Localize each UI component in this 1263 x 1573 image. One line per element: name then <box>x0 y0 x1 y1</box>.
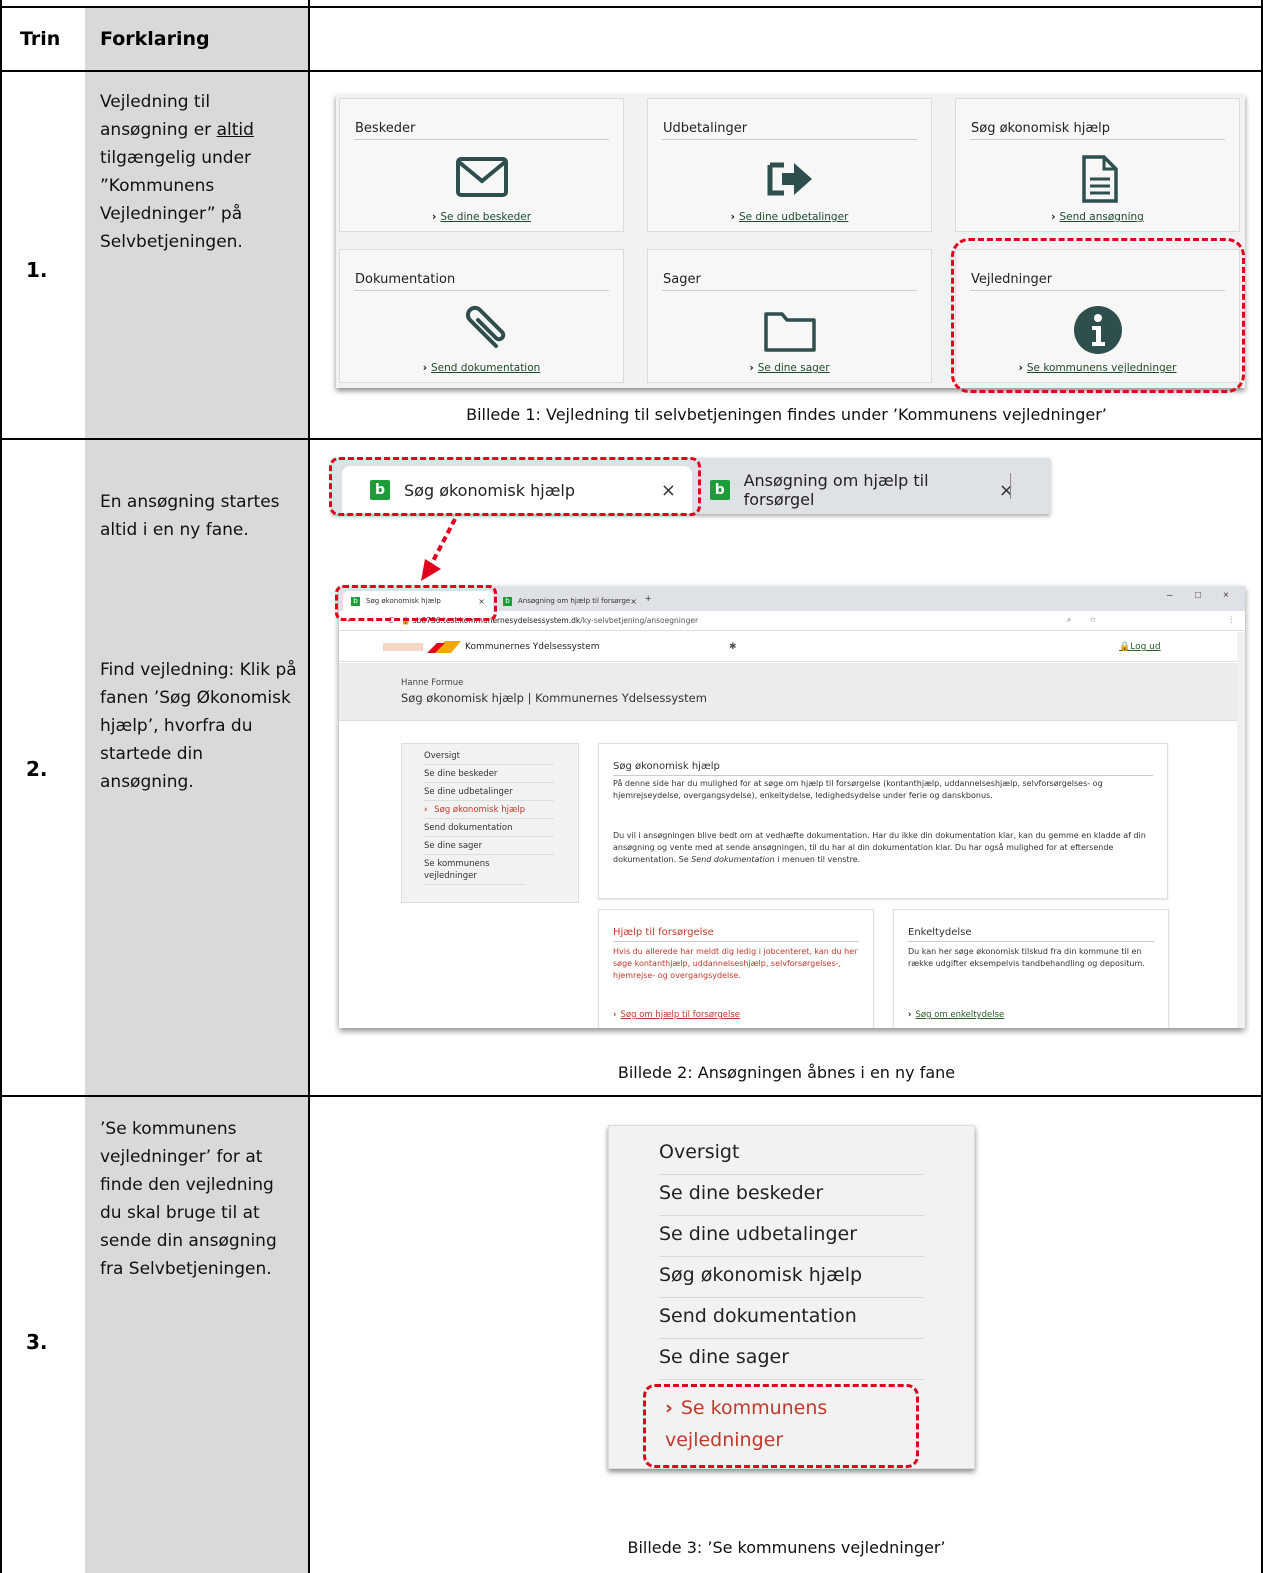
tile-udbetalinger[interactable]: Udbetalinger › Se dine udbetalinger <box>647 98 932 232</box>
tile-beskeder[interactable]: Beskeder › Se dine beskeder <box>339 98 624 232</box>
step-number-1: 1. <box>26 258 48 282</box>
tile-title: Beskeder <box>355 121 416 136</box>
document-icon <box>1081 155 1118 203</box>
highlight-browser-tab <box>335 585 497 621</box>
highlight-zoom-tab <box>329 457 701 516</box>
favicon-icon: b <box>503 596 512 606</box>
tile-soeg-hjaelp[interactable]: Søg økonomisk hjælp › Send ansøgning <box>955 98 1240 232</box>
logout-link[interactable]: 🔒Log ud <box>1119 642 1161 652</box>
scrollbar[interactable] <box>1237 632 1245 1028</box>
menu-item-sager[interactable]: Se dine sager <box>424 840 554 855</box>
card-title: Hjælp til forsørgelse <box>613 927 714 938</box>
page-title-band: Hanne Formue Søg økonomisk hjælp | Kommu… <box>339 663 1245 721</box>
card-enkeltydelse: Enkeltydelse Du kan her søge økonomisk t… <box>893 909 1169 1028</box>
arrow-down-icon <box>421 518 457 581</box>
menu-zoom-oversigt[interactable]: Oversigt <box>659 1134 924 1175</box>
zoom-tab-ansoegning[interactable]: b Ansøgning om hjælp til forsørgel × <box>710 466 1030 514</box>
minimize-icon[interactable]: – <box>1167 590 1173 601</box>
header-step: Trin <box>20 28 61 50</box>
menu-item-vejledninger[interactable]: Se kommunens vejledninger <box>424 858 524 885</box>
close-icon[interactable]: × <box>630 597 637 606</box>
highlight-menu-vejledninger <box>643 1384 919 1468</box>
tile-title: Udbetalinger <box>663 121 748 136</box>
highlight-vejledninger <box>951 238 1245 393</box>
step-2-explanation-a: En ansøgning startes altid i en ny fane. <box>100 492 280 540</box>
link-soeg-enkeltydelse[interactable]: › Søg om enkeltydelse <box>908 1010 1004 1020</box>
card-title: Søg økonomisk hjælp <box>613 761 720 772</box>
browser-tab-ansoegning[interactable]: b Ansøgning om hjælp til forsørge × <box>495 591 645 611</box>
card-soeg-hjaelp: Søg økonomisk hjælp På denne side har du… <box>598 743 1168 899</box>
user-name: Hanne Formue <box>401 678 464 688</box>
paperclip-icon <box>465 305 505 348</box>
step-3-explanation: ’Se kommunens vejledninger’ for at finde… <box>100 1119 277 1279</box>
link-soeg-forsoergelse[interactable]: › Søg om hjælp til forsørgelse <box>613 1010 740 1020</box>
column-divider <box>308 0 310 1573</box>
menu-item-udbetalinger[interactable]: Se dine udbetalinger <box>424 786 554 801</box>
site-header: Kommunernes Ydelsessystem ✱ 🔒Log ud <box>339 632 1245 662</box>
card-paragraph-1: På denne side har du mulighed for at søg… <box>613 779 1103 800</box>
zoom-tab-label: Ansøgning om hjælp til forsørgel <box>743 471 929 509</box>
envelope-icon <box>455 157 508 197</box>
menu-item-beskeder[interactable]: Se dine beskeder <box>424 768 554 783</box>
tile-link-dokumentation[interactable]: › Send dokumentation <box>340 362 623 374</box>
menu-zoom-soeg-hjaelp[interactable]: Søg økonomisk hjælp <box>659 1257 924 1298</box>
municipality-logo-icon <box>383 641 461 653</box>
menu-item-soeg-hjaelp[interactable]: › Søg økonomisk hjælp <box>424 804 554 819</box>
brand-name: Kommunernes Ydelsessystem <box>465 642 600 652</box>
side-menu: Oversigt Se dine beskeder Se dine udbeta… <box>401 743 579 903</box>
address-tools-icons[interactable]: ⌕ ☆ <box>1067 615 1104 625</box>
step-number-2: 2. <box>26 757 48 781</box>
tile-title: Sager <box>663 272 701 287</box>
folder-icon <box>763 312 816 352</box>
tile-link-send-ansoegning[interactable]: › Send ansøgning <box>956 211 1239 223</box>
menu-zoom-beskeder[interactable]: Se dine beskeder <box>659 1175 924 1216</box>
step-1-explanation: Vejledning til ansøgning er altid tilgæn… <box>100 92 254 252</box>
browser-screenshot: b Søg økonomisk hjælp × b Ansøgning om hjæl… <box>339 586 1245 1028</box>
tile-title: Søg økonomisk hjælp <box>971 121 1110 136</box>
menu-item-dokumentation[interactable]: Send dokumentation <box>424 822 554 837</box>
menu-zoom-sager[interactable]: Se dine sager <box>659 1339 924 1380</box>
card-hjaelp-forsoergelse: Hjælp til forsørgelse Hvis du allerede h… <box>598 909 874 1028</box>
window-close-icon[interactable]: × <box>1223 590 1229 601</box>
step-number-3: 3. <box>26 1330 48 1354</box>
menu-item-oversigt[interactable]: Oversigt <box>424 750 554 765</box>
row-divider-2 <box>2 1095 1263 1097</box>
tile-title: Dokumentation <box>355 272 456 287</box>
card-paragraph: Du kan her søge økonomisk tilskud fra di… <box>908 947 1145 968</box>
row-divider-1 <box>2 438 1263 440</box>
browser-tab-label: Ansøgning om hjælp til forsørge <box>518 597 631 605</box>
tile-link-sager[interactable]: › Se dine sager <box>648 362 931 374</box>
menu-zoom-dokumentation[interactable]: Send dokumentation <box>659 1298 924 1339</box>
maximize-icon[interactable]: □ <box>1195 590 1201 601</box>
caption-2: Billede 2: Ansøgningen åbnes i en ny fan… <box>617 1063 956 1082</box>
arrow-right-icon <box>767 162 812 196</box>
gear-icon[interactable]: ✱ <box>729 641 737 652</box>
header-explanation: Forklaring <box>100 28 210 50</box>
card-paragraph: Hvis du allerede har meldt dig ledig i j… <box>613 947 858 980</box>
header-divider <box>2 70 1263 72</box>
tile-dokumentation[interactable]: Dokumentation › Send dokumentation <box>339 249 624 383</box>
browser-menu-icon[interactable]: ⋮ <box>1228 615 1236 624</box>
tile-sager[interactable]: Sager › Se dine sager <box>647 249 932 383</box>
favicon-icon: b <box>710 480 730 500</box>
caption-1: Billede 1: Vejledning til selvbetjeninge… <box>466 405 1107 424</box>
card-paragraph-2: Du vil i ansøgningen blive bedt om at ve… <box>613 831 1146 864</box>
close-icon[interactable]: × <box>999 480 1014 501</box>
card-title: Enkeltydelse <box>908 927 972 938</box>
tab-separator <box>1010 473 1011 499</box>
instruction-table: Trin Forklaring 1. Vejledning til ansøgn… <box>0 0 1263 1573</box>
tile-link-udbetalinger[interactable]: › Se dine udbetalinger <box>648 211 931 223</box>
tile-link-beskeder[interactable]: › Se dine beskeder <box>340 211 623 223</box>
step-2-explanation-b: Find vejledning: Klik på fanen ’Søg Økon… <box>100 660 297 792</box>
page-title: Søg økonomisk hjælp | Kommunernes Ydelse… <box>401 691 707 705</box>
caption-3: Billede 3: ’Se kommunens vejledninger’ <box>627 1538 946 1557</box>
new-tab-icon[interactable]: + <box>645 593 651 605</box>
table-top-border <box>2 6 1263 8</box>
menu-zoom-udbetalinger[interactable]: Se dine udbetalinger <box>659 1216 924 1257</box>
